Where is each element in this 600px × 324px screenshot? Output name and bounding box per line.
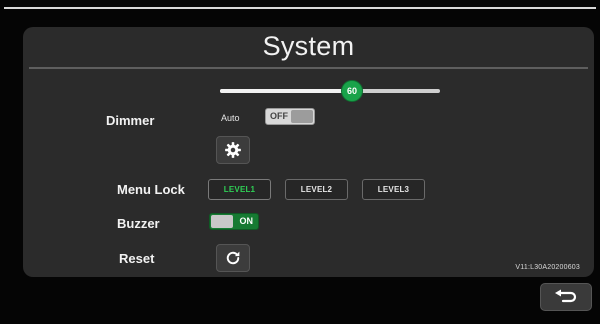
dimmer-slider-track[interactable]: [220, 89, 440, 93]
menu-lock-label: Menu Lock: [117, 182, 185, 197]
auto-toggle-state: OFF: [270, 111, 288, 121]
reset-button[interactable]: [216, 244, 250, 272]
dimmer-slider-thumb[interactable]: 60: [341, 80, 363, 102]
dimmer-label: Dimmer: [106, 113, 155, 128]
dimmer-level-value: 60: [346, 86, 357, 96]
dimmer-settings-button[interactable]: [216, 136, 250, 164]
firmware-version: V11:L30A20200603: [515, 264, 580, 271]
buzzer-toggle[interactable]: ON: [209, 213, 259, 230]
auto-label: Auto: [221, 113, 240, 123]
buzzer-toggle-state: ON: [239, 216, 254, 226]
toggle-knob: [211, 215, 233, 228]
back-button[interactable]: [540, 283, 592, 311]
top-divider: [4, 7, 596, 9]
reset-label: Reset: [119, 251, 155, 266]
screen: System 60 Dimmer Auto OFF Menu Lock LEVE…: [0, 0, 600, 324]
dimmer-slider-fill: [220, 89, 352, 93]
menu-lock-level3-button[interactable]: LEVEL3: [362, 179, 425, 200]
back-arrow-icon: [555, 289, 577, 303]
menu-lock-level2-button[interactable]: LEVEL2: [285, 179, 348, 200]
auto-dimmer-toggle[interactable]: OFF: [265, 108, 315, 125]
refresh-icon: [226, 251, 240, 265]
menu-lock-level1-button[interactable]: LEVEL1: [208, 179, 271, 200]
gear-icon: [225, 142, 241, 158]
settings-panel: System 60 Dimmer Auto OFF Menu Lock LEVE…: [23, 27, 594, 277]
buzzer-label: Buzzer: [117, 216, 160, 231]
title-divider: [29, 67, 588, 69]
page-title: System: [262, 31, 355, 61]
toggle-knob: [291, 110, 313, 123]
